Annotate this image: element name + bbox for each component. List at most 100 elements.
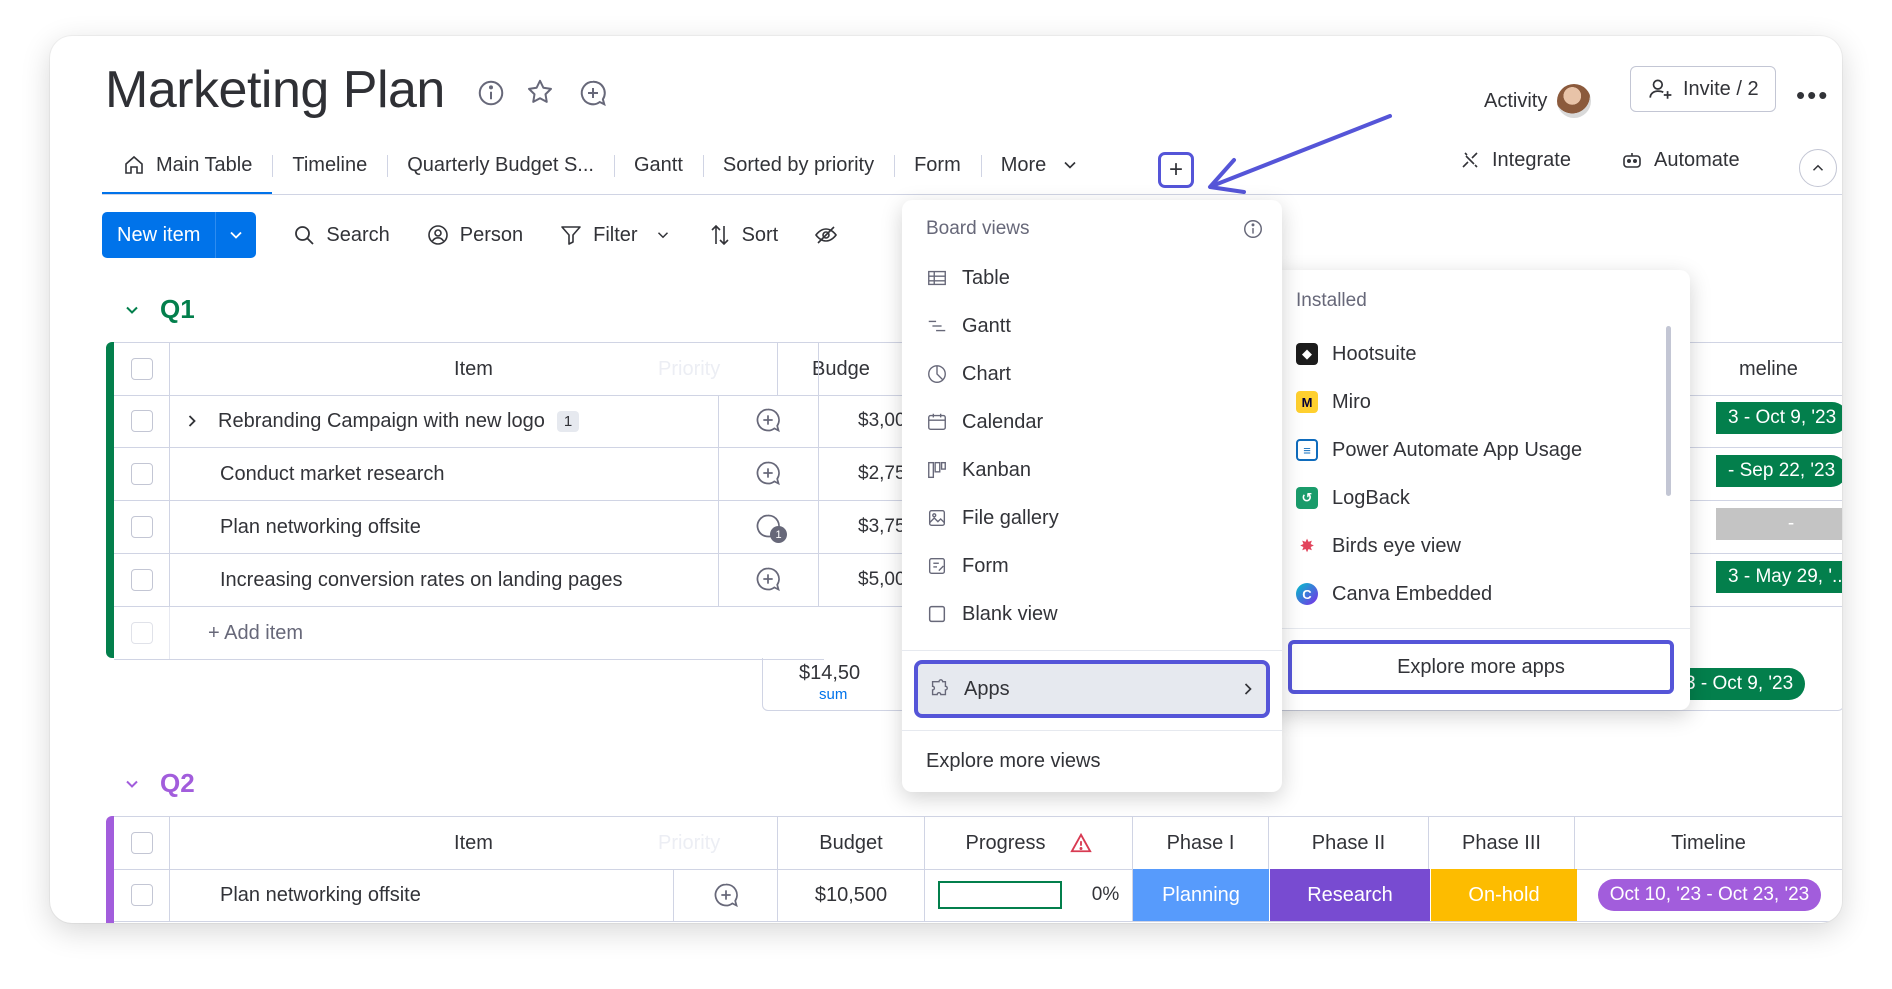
app-item-logback[interactable]: ↺ LogBack — [1296, 474, 1656, 522]
chevron-down-icon[interactable] — [122, 300, 142, 320]
timeline-pill[interactable]: - — [1716, 508, 1842, 540]
row-checkbox-cell[interactable] — [114, 554, 170, 606]
column-header-progress[interactable]: Progress — [925, 817, 1133, 869]
chevron-down-icon[interactable] — [122, 774, 142, 794]
row-checkbox[interactable] — [130, 463, 153, 485]
app-item-miro[interactable]: M Miro — [1296, 378, 1656, 426]
tab-sorted-by-priority[interactable]: Sorted by priority — [702, 135, 894, 195]
item-name[interactable]: Plan networking offsite — [220, 516, 421, 539]
item-name[interactable]: Conduct market research — [220, 463, 445, 486]
view-item-blank[interactable]: Blank view — [926, 590, 1266, 638]
sort-button[interactable]: Sort — [708, 223, 778, 247]
updates-with-count[interactable]: 1 — [754, 512, 790, 544]
column-header-item[interactable]: Item Priority — [170, 343, 778, 395]
budget-sum-value[interactable]: $14,50 — [799, 662, 860, 685]
column-header-item[interactable]: Item Priority — [170, 817, 778, 869]
updates-icon[interactable] — [578, 78, 608, 108]
star-icon[interactable] — [525, 77, 555, 107]
timeline-pill[interactable]: - Sep 22, '23 — [1716, 455, 1842, 487]
tab-quarterly-budget[interactable]: Quarterly Budget S... — [387, 135, 614, 195]
row-checkbox-cell[interactable] — [114, 395, 170, 447]
view-item-file-gallery[interactable]: File gallery — [926, 494, 1266, 542]
add-item-row[interactable]: + Add item — [114, 607, 824, 660]
add-item-input[interactable]: + Add item — [208, 622, 303, 645]
add-update-icon[interactable] — [712, 881, 740, 909]
apps-menu-item[interactable]: Apps — [914, 660, 1270, 718]
column-header-phase-1[interactable]: Phase I — [1133, 817, 1269, 869]
expand-chevron-icon[interactable] — [182, 411, 202, 431]
board-title[interactable]: Marketing Plan — [105, 60, 445, 120]
row-checkbox[interactable] — [130, 410, 153, 432]
tab-more[interactable]: More — [980, 135, 1101, 195]
subitem-count-badge[interactable]: 1 — [556, 410, 580, 432]
view-item-gantt[interactable]: Gantt — [926, 302, 1266, 350]
row-checkbox[interactable] — [130, 516, 153, 538]
select-all-checkbox-cell[interactable] — [114, 817, 170, 869]
app-item-hootsuite[interactable]: ◆ Hootsuite — [1296, 330, 1656, 378]
row-checkbox[interactable] — [130, 569, 153, 591]
item-cell[interactable]: Plan networking offsite — [170, 869, 674, 921]
tab-gantt[interactable]: Gantt — [613, 135, 703, 195]
progress-cell[interactable]: 0% — [925, 869, 1133, 921]
view-item-form[interactable]: Form — [926, 542, 1266, 590]
chevron-down-icon[interactable] — [654, 226, 672, 244]
select-all-checkbox[interactable] — [130, 358, 153, 380]
integrate-button[interactable]: Integrate — [1458, 148, 1571, 172]
automate-button[interactable]: Automate — [1620, 148, 1740, 172]
search-button[interactable]: Search — [292, 223, 390, 247]
add-update-icon[interactable] — [754, 459, 782, 487]
person-filter-button[interactable]: Person — [426, 223, 523, 247]
row-checkbox[interactable] — [130, 884, 153, 906]
column-header-phase-3[interactable]: Phase III — [1429, 817, 1575, 869]
timeline-pill[interactable]: Oct 10, '23 - Oct 23, '23 — [1597, 879, 1822, 911]
collapse-header-button[interactable] — [1799, 149, 1837, 187]
timeline-pill[interactable]: 3 - Oct 9, '23 — [1716, 402, 1842, 434]
app-item-power-automate[interactable]: ≡ Power Automate App Usage — [1296, 426, 1656, 474]
column-header-timeline[interactable]: Timeline — [1575, 817, 1842, 869]
app-item-birds-eye-view[interactable]: ✸ Birds eye view — [1296, 522, 1656, 570]
group-q2-title[interactable]: Q2 — [122, 768, 195, 799]
item-name[interactable]: Plan networking offsite — [220, 884, 421, 907]
new-item-label[interactable]: New item — [102, 212, 215, 258]
warning-icon[interactable] — [1069, 832, 1092, 854]
row-checkbox-cell[interactable] — [114, 448, 170, 500]
view-item-calendar[interactable]: Calendar — [926, 398, 1266, 446]
phase-3-status[interactable]: On-hold — [1430, 869, 1577, 921]
explore-more-apps-button[interactable]: Explore more apps — [1288, 640, 1674, 694]
column-header-budget[interactable]: Budge — [778, 358, 916, 381]
new-item-button[interactable]: New item — [102, 212, 257, 258]
add-update-icon[interactable] — [754, 565, 782, 593]
view-item-table[interactable]: Table — [926, 254, 1266, 302]
view-item-kanban[interactable]: Kanban — [926, 446, 1266, 494]
view-item-chart[interactable]: Chart — [926, 350, 1266, 398]
add-update-icon[interactable] — [754, 406, 782, 434]
hide-button[interactable] — [814, 223, 848, 247]
column-header-phase-2[interactable]: Phase II — [1269, 817, 1429, 869]
column-header-budget[interactable]: Budget — [778, 817, 925, 869]
filter-button[interactable]: Filter — [559, 223, 671, 247]
select-all-checkbox-cell[interactable] — [114, 343, 170, 395]
more-options-icon[interactable]: ••• — [1796, 80, 1829, 111]
budget-cell[interactable]: $10,500 — [778, 869, 925, 921]
invite-button[interactable]: Invite / 2 — [1630, 66, 1776, 112]
app-item-canva[interactable]: C Canva Embedded — [1296, 570, 1656, 618]
scrollbar[interactable] — [1666, 326, 1671, 496]
tab-timeline[interactable]: Timeline — [272, 135, 387, 195]
item-name[interactable]: Rebranding Campaign with new logo — [218, 410, 545, 433]
add-view-button[interactable]: + — [1158, 152, 1194, 188]
item-name[interactable]: Increasing conversion rates on landing p… — [220, 569, 622, 592]
activity-button[interactable]: Activity — [1484, 84, 1592, 118]
select-all-checkbox[interactable] — [130, 832, 153, 854]
phase-1-status[interactable]: Planning — [1133, 869, 1269, 921]
tab-main-table[interactable]: Main Table — [102, 135, 273, 195]
explore-more-views-link[interactable]: Explore more views — [926, 750, 1101, 773]
group-q1-title[interactable]: Q1 — [122, 294, 195, 325]
info-icon[interactable] — [476, 78, 506, 108]
tab-form[interactable]: Form — [894, 135, 981, 195]
row-checkbox-cell[interactable] — [114, 501, 170, 553]
new-item-dropdown[interactable] — [215, 212, 256, 258]
row-checkbox-cell[interactable] — [114, 869, 170, 921]
table-row[interactable]: Plan networking offsite $10,500 0% Plann… — [114, 869, 1842, 922]
timeline-pill[interactable]: 3 - May 29, '... — [1716, 561, 1842, 593]
updates-cell[interactable] — [674, 869, 778, 921]
